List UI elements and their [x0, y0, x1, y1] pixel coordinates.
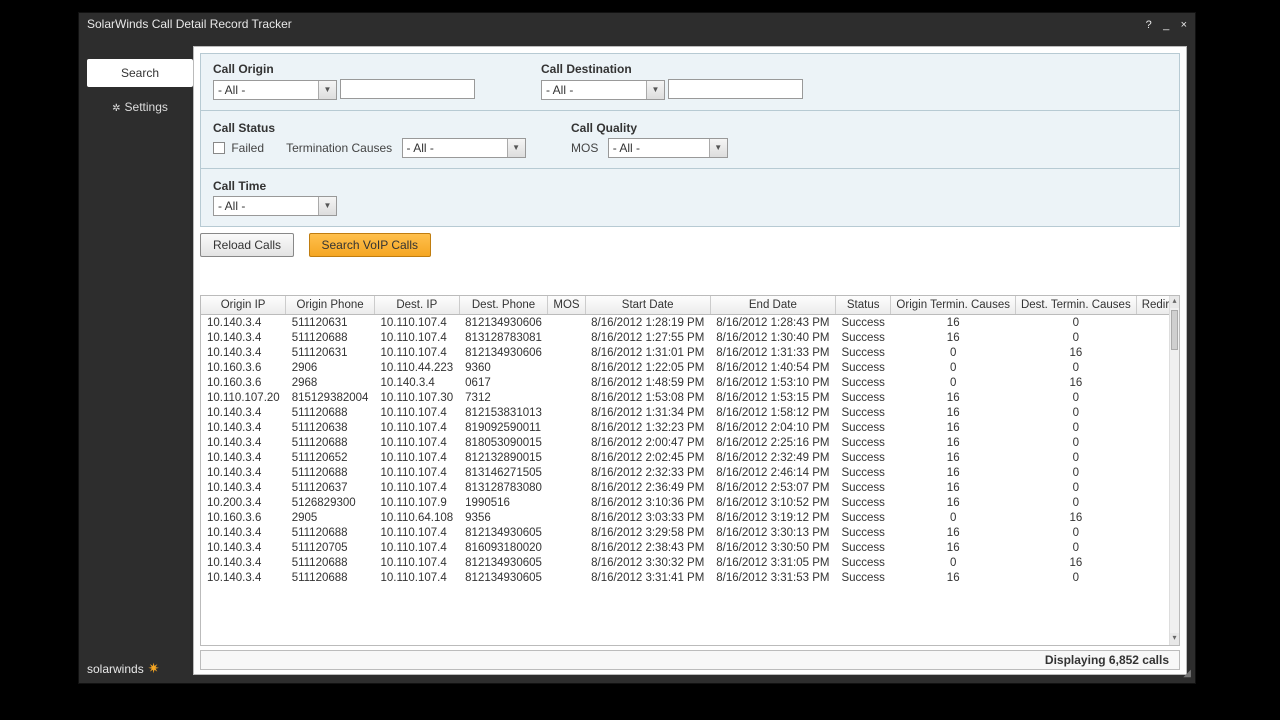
- column-header[interactable]: Origin Phone: [286, 296, 375, 315]
- tab-settings[interactable]: ✲Settings: [87, 93, 193, 121]
- column-header[interactable]: Origin IP: [201, 296, 286, 315]
- table-row[interactable]: 10.160.3.6290510.110.64.10893568/16/2012…: [201, 510, 1180, 525]
- column-header[interactable]: Status: [835, 296, 890, 315]
- chevron-down-icon: ▼: [318, 197, 336, 215]
- failed-checkbox[interactable]: [213, 142, 225, 154]
- failed-label: Failed: [231, 141, 264, 155]
- table-row[interactable]: 10.140.3.451112068810.110.107.4812134930…: [201, 525, 1180, 540]
- filter-panel: Call Origin - All -▼ Call Destination - …: [200, 53, 1180, 227]
- table-row[interactable]: 10.160.3.6290610.110.44.22393608/16/2012…: [201, 360, 1180, 375]
- call-dest-input[interactable]: [668, 79, 803, 99]
- column-header[interactable]: Dest. Termin. Causes: [1015, 296, 1136, 315]
- column-header[interactable]: End Date: [710, 296, 835, 315]
- chevron-down-icon: ▼: [646, 81, 664, 99]
- table-row[interactable]: 10.200.3.4512682930010.110.107.919905168…: [201, 495, 1180, 510]
- button-row: Reload Calls Search VoIP Calls: [200, 233, 1180, 257]
- table-row[interactable]: 10.110.107.2081512938200410.110.107.3073…: [201, 390, 1180, 405]
- chevron-down-icon: ▼: [507, 139, 525, 157]
- call-origin-label: Call Origin: [213, 62, 513, 76]
- term-causes-select[interactable]: - All -▼: [402, 138, 526, 158]
- column-header[interactable]: Dest. IP: [374, 296, 459, 315]
- results-table: Origin IPOrigin PhoneDest. IPDest. Phone…: [200, 295, 1180, 646]
- table-row[interactable]: 10.160.3.6296810.140.3.406178/16/2012 1:…: [201, 375, 1180, 390]
- call-dest-label: Call Destination: [541, 62, 841, 76]
- scroll-up-icon[interactable]: ▴: [1170, 296, 1179, 308]
- call-quality-label: Call Quality: [571, 121, 728, 135]
- status-bar: Displaying 6,852 calls: [200, 650, 1180, 670]
- window-title: SolarWinds Call Detail Record Tracker: [87, 17, 292, 31]
- term-causes-label: Termination Causes: [286, 141, 392, 155]
- mos-label: MOS: [571, 141, 598, 155]
- call-time-label: Call Time: [213, 179, 337, 193]
- table-row[interactable]: 10.140.3.451112068810.110.107.4818053090…: [201, 435, 1180, 450]
- column-header[interactable]: Dest. Phone: [459, 296, 548, 315]
- table-row[interactable]: 10.140.3.451112063110.110.107.4812134930…: [201, 345, 1180, 360]
- table-row[interactable]: 10.140.3.451112063810.110.107.4819092590…: [201, 420, 1180, 435]
- brand: solarwinds ✷: [87, 660, 159, 677]
- table-row[interactable]: 10.140.3.451112068810.110.107.4813128783…: [201, 330, 1180, 345]
- close-icon[interactable]: ×: [1181, 19, 1187, 31]
- mos-select[interactable]: - All -▼: [608, 138, 728, 158]
- scroll-thumb[interactable]: [1171, 310, 1178, 350]
- solarwinds-logo-icon: ✷: [148, 660, 160, 677]
- titlebar: SolarWinds Call Detail Record Tracker ? …: [79, 13, 1195, 35]
- gear-icon: ✲: [112, 95, 120, 123]
- reload-calls-button[interactable]: Reload Calls: [200, 233, 294, 257]
- table-row[interactable]: 10.140.3.451112068810.110.107.4813146271…: [201, 465, 1180, 480]
- call-time-select[interactable]: - All -▼: [213, 196, 337, 216]
- call-status-label: Call Status: [213, 121, 543, 135]
- table-row[interactable]: 10.140.3.451112068810.110.107.4812134930…: [201, 555, 1180, 570]
- table-header: Origin IPOrigin PhoneDest. IPDest. Phone…: [201, 296, 1180, 315]
- call-origin-select[interactable]: - All -▼: [213, 80, 337, 100]
- tab-search[interactable]: Search: [87, 59, 193, 87]
- table-row[interactable]: 10.140.3.451112068810.110.107.4812134930…: [201, 570, 1180, 585]
- help-icon[interactable]: ?: [1146, 19, 1152, 31]
- call-dest-select[interactable]: - All -▼: [541, 80, 665, 100]
- main-panel: Call Origin - All -▼ Call Destination - …: [193, 46, 1187, 675]
- minimize-icon[interactable]: _: [1163, 19, 1169, 31]
- sidebar: Search ✲Settings: [87, 59, 193, 127]
- chevron-down-icon: ▼: [318, 81, 336, 99]
- table-row[interactable]: 10.140.3.451112070510.110.107.4816093180…: [201, 540, 1180, 555]
- scrollbar[interactable]: ▴ ▾: [1169, 296, 1179, 645]
- table-row[interactable]: 10.140.3.451112063710.110.107.4813128783…: [201, 480, 1180, 495]
- table-row[interactable]: 10.140.3.451112065210.110.107.4812132890…: [201, 450, 1180, 465]
- chevron-down-icon: ▼: [709, 139, 727, 157]
- scroll-down-icon[interactable]: ▾: [1170, 633, 1179, 645]
- column-header[interactable]: MOS: [548, 296, 585, 315]
- column-header[interactable]: Origin Termin. Causes: [891, 296, 1016, 315]
- resize-grip-icon[interactable]: ◢: [1183, 668, 1191, 679]
- call-origin-input[interactable]: [340, 79, 475, 99]
- table-row[interactable]: 10.140.3.451112068810.110.107.4812153831…: [201, 405, 1180, 420]
- search-voip-calls-button[interactable]: Search VoIP Calls: [309, 233, 432, 257]
- app-window: SolarWinds Call Detail Record Tracker ? …: [78, 12, 1196, 684]
- column-header[interactable]: Start Date: [585, 296, 710, 315]
- table-row[interactable]: 10.140.3.451112063110.110.107.4812134930…: [201, 315, 1180, 331]
